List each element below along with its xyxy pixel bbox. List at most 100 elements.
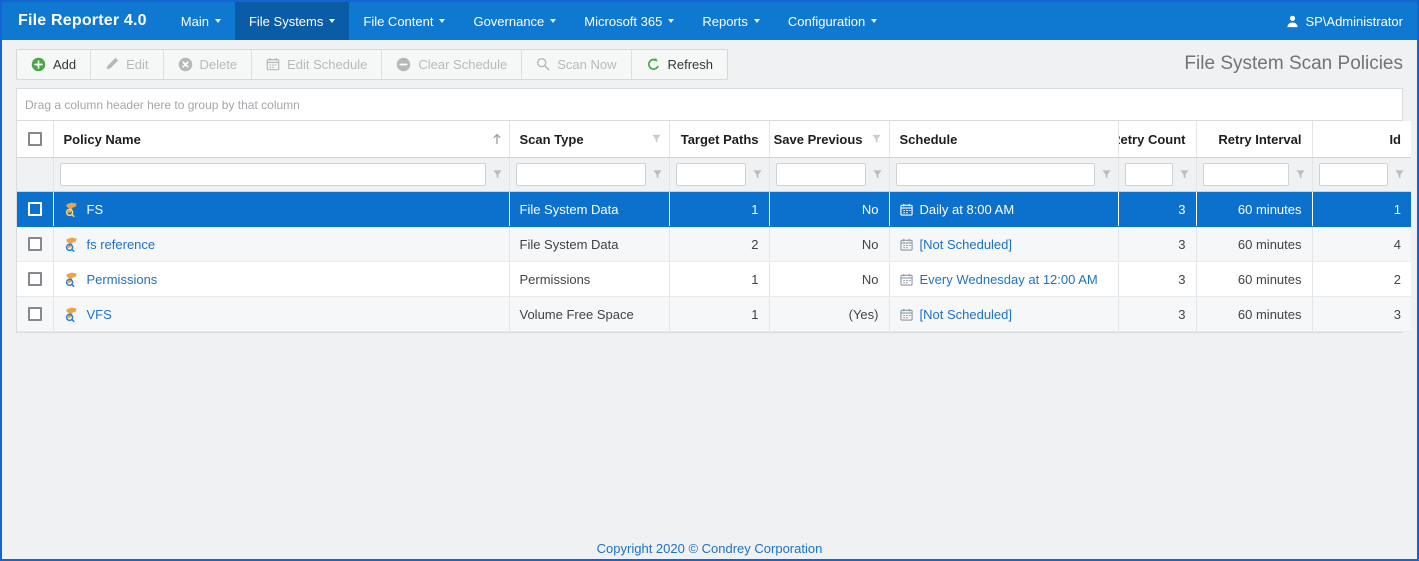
button-label: Add <box>53 57 76 72</box>
cell-value: 60 minutes <box>1238 307 1302 322</box>
row-checkbox[interactable] <box>28 272 42 286</box>
filter-row-spacer <box>17 158 53 192</box>
schedule-link[interactable]: [Not Scheduled] <box>920 307 1013 322</box>
nav-item-reports[interactable]: Reports <box>688 2 774 40</box>
filter-cell-name <box>53 158 509 192</box>
cell-save_previous: No <box>769 192 889 227</box>
filter-cell-schedule <box>889 158 1118 192</box>
nav-item-governance[interactable]: Governance <box>459 2 570 40</box>
select-all-checkbox[interactable] <box>28 132 42 146</box>
cell-save_previous: No <box>769 227 889 262</box>
column-header-label: Save Previous <box>774 132 863 147</box>
cell-value: 3 <box>1178 237 1185 252</box>
user-menu[interactable]: SP\Administrator <box>1271 2 1417 40</box>
schedule-link[interactable]: [Not Scheduled] <box>920 237 1013 252</box>
chevron-down-icon <box>871 19 877 23</box>
cell-scan_type: File System Data <box>509 227 669 262</box>
column-header-id[interactable]: Id <box>1312 121 1411 158</box>
column-header-retry-count[interactable]: Retry Count <box>1118 121 1196 158</box>
cell-retry_count: 3 <box>1118 227 1196 262</box>
chevron-down-icon <box>439 19 445 23</box>
cell-retry_interval: 60 minutes <box>1196 262 1312 297</box>
cell-id: 1 <box>1312 192 1411 227</box>
filter-funnel-icon[interactable] <box>1295 169 1306 180</box>
cell-save_previous: No <box>769 262 889 297</box>
cell-value: 3 <box>1178 272 1185 287</box>
policy-row-vfs[interactable]: VFSVolume Free Space1(Yes)[Not Scheduled… <box>17 297 1411 332</box>
app-window: File Reporter 4.0 MainFile SystemsFile C… <box>0 0 1419 561</box>
policy-name-link[interactable]: Permissions <box>87 272 158 287</box>
add-button[interactable]: Add <box>17 50 90 79</box>
column-header-retry-interval[interactable]: Retry Interval <box>1196 121 1312 158</box>
scan_type-filter-input[interactable] <box>516 163 646 186</box>
group-by-drop-zone: Drag a column header here to group by th… <box>17 89 1402 121</box>
chevron-down-icon <box>550 19 556 23</box>
column-header-policy-name[interactable]: Policy Name <box>53 121 509 158</box>
copyright-link[interactable]: Copyright 2020 © Condrey Corporation <box>597 541 823 556</box>
nav-item-label: Configuration <box>788 14 865 29</box>
policy-name-link[interactable]: fs reference <box>87 237 156 252</box>
filter-cell-id <box>1312 158 1411 192</box>
filter-funnel-icon[interactable] <box>652 169 663 180</box>
row-checkbox[interactable] <box>28 307 42 321</box>
column-header-label: Policy Name <box>64 132 141 147</box>
column-header-scan-type[interactable]: Scan Type <box>509 121 669 158</box>
nav-item-file-systems[interactable]: File Systems <box>235 2 349 40</box>
nav-item-file-content[interactable]: File Content <box>349 2 459 40</box>
save_previous-filter-input[interactable] <box>776 163 866 186</box>
chevron-down-icon <box>754 19 760 23</box>
id-filter-input[interactable] <box>1319 163 1389 186</box>
policy-row-fs-reference[interactable]: fs referenceFile System Data2No[Not Sche… <box>17 227 1411 262</box>
cell-save_previous: (Yes) <box>769 297 889 332</box>
cell-schedule: [Not Scheduled] <box>889 227 1118 262</box>
filter-funnel-icon[interactable] <box>752 169 763 180</box>
row-checkbox[interactable] <box>28 202 42 216</box>
cell-retry_interval: 60 minutes <box>1196 297 1312 332</box>
scan-policy-icon <box>64 201 80 217</box>
delete-icon <box>178 57 193 72</box>
policy-name-link[interactable]: FS <box>87 202 104 217</box>
policy-row-fs[interactable]: FSFile System Data1NoDaily at 8:00 AM360… <box>17 192 1411 227</box>
column-header-label: Retry Count <box>1118 132 1186 147</box>
schedule-link[interactable]: Every Wednesday at 12:00 AM <box>920 272 1098 287</box>
target_paths-filter-input[interactable] <box>676 163 746 186</box>
column-header-label: Id <box>1389 132 1401 147</box>
cell-value: No <box>862 237 879 252</box>
calendar-icon <box>900 273 913 286</box>
cell-name: VFS <box>53 297 509 332</box>
calendar-icon <box>900 238 913 251</box>
filter-funnel-icon[interactable] <box>492 169 503 180</box>
header-filter-icon[interactable] <box>651 134 662 145</box>
nav-item-main[interactable]: Main <box>167 2 235 40</box>
cell-retry_count: 3 <box>1118 297 1196 332</box>
scan-policy-icon <box>64 306 80 322</box>
scan-policy-icon <box>64 271 80 287</box>
nav-item-label: File Content <box>363 14 433 29</box>
column-header-schedule[interactable]: Schedule <box>889 121 1118 158</box>
grid-panel: Drag a column header here to group by th… <box>16 88 1403 333</box>
filter-funnel-icon[interactable] <box>872 169 883 180</box>
header-filter-icon[interactable] <box>871 134 882 145</box>
filter-funnel-icon[interactable] <box>1394 169 1405 180</box>
column-header-target-paths[interactable]: Target Paths <box>669 121 769 158</box>
policy-row-permissions[interactable]: PermissionsPermissions1NoEvery Wednesday… <box>17 262 1411 297</box>
nav-item-microsoft-365[interactable]: Microsoft 365 <box>570 2 688 40</box>
name-filter-input[interactable] <box>60 163 486 186</box>
retry_count-filter-input[interactable] <box>1125 163 1173 186</box>
refresh-button[interactable]: Refresh <box>631 50 728 79</box>
nav-item-configuration[interactable]: Configuration <box>774 2 891 40</box>
cell-value: 1 <box>751 307 758 322</box>
retry_interval-filter-input[interactable] <box>1203 163 1289 186</box>
filter-funnel-icon[interactable] <box>1179 169 1190 180</box>
column-header-save-previous[interactable]: Save Previous <box>769 121 889 158</box>
cell-target_paths: 1 <box>669 192 769 227</box>
filter-funnel-icon[interactable] <box>1101 169 1112 180</box>
button-label: Clear Schedule <box>418 57 507 72</box>
policy-name-link[interactable]: VFS <box>87 307 112 322</box>
row-checkbox[interactable] <box>28 237 42 251</box>
schedule-link[interactable]: Daily at 8:00 AM <box>920 202 1015 217</box>
cell-scan_type: Permissions <box>509 262 669 297</box>
schedule-filter-input[interactable] <box>896 163 1095 186</box>
cell-value: 60 minutes <box>1238 237 1302 252</box>
column-header-label: Schedule <box>900 132 958 147</box>
